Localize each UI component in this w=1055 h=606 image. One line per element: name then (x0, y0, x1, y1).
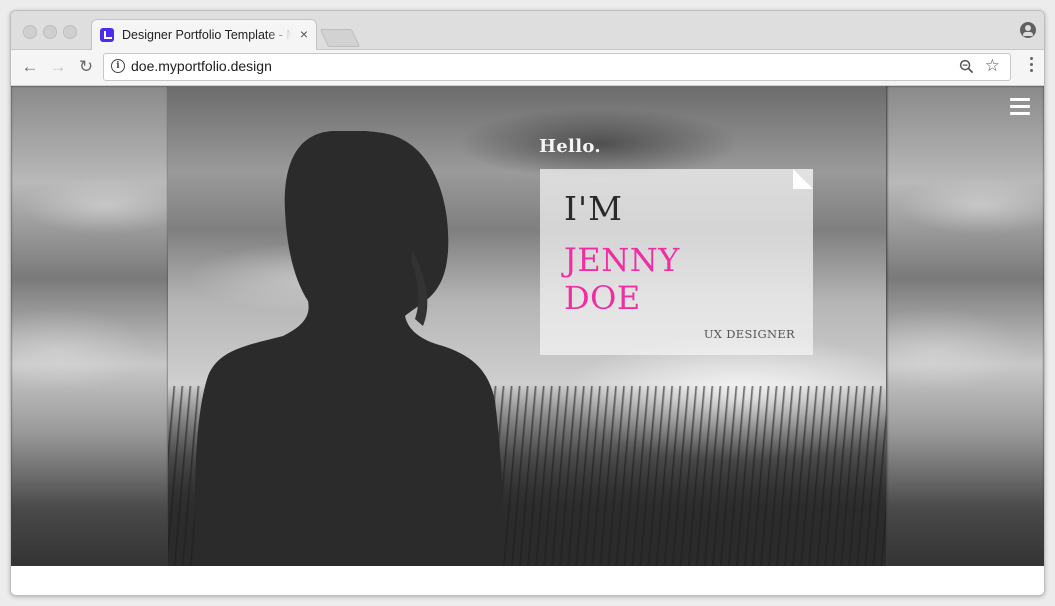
portfolio-favicon-icon (100, 28, 114, 42)
new-tab-button[interactable] (319, 29, 361, 47)
last-name: DOE (564, 279, 641, 317)
reload-icon[interactable]: ↻ (75, 56, 97, 78)
designer-name: JENNY DOE (564, 241, 680, 317)
zoom-out-icon[interactable] (959, 59, 974, 74)
minimize-window-button[interactable] (43, 25, 57, 39)
maximize-window-button[interactable] (63, 25, 77, 39)
portfolio-page: Hello. I'M JENNY DOE UX DESIGNER (11, 86, 1044, 566)
browser-tab[interactable]: Designer Portfolio Template - My × (91, 19, 317, 51)
page-below-fold (11, 566, 1044, 595)
back-icon[interactable]: ← (19, 56, 41, 78)
browser-window: Designer Portfolio Template - My × ← → ↻… (10, 10, 1045, 596)
tab-strip: Designer Portfolio Template - My × (11, 11, 1044, 51)
first-name: JENNY (564, 241, 680, 279)
blurred-background-right (887, 86, 1044, 566)
intro-card: I'M JENNY DOE UX DESIGNER (540, 169, 813, 355)
blurred-background-left (11, 86, 168, 566)
tab-title: Designer Portfolio Template - My (122, 28, 292, 42)
role-text: UX DESIGNER (703, 327, 795, 341)
woman-silhouette (194, 131, 503, 566)
address-bar[interactable]: i doe.myportfolio.design ☆ (103, 53, 1011, 81)
card-corner-fold (793, 169, 813, 189)
intro-text: I'M (564, 189, 623, 228)
bookmark-star-icon[interactable]: ☆ (985, 56, 1000, 76)
url-text[interactable]: doe.myportfolio.design (131, 58, 272, 74)
site-info-icon[interactable]: i (111, 59, 125, 73)
forward-icon[interactable]: → (47, 56, 69, 78)
close-window-button[interactable] (23, 25, 37, 39)
profile-icon[interactable] (1020, 22, 1036, 38)
hamburger-menu-icon[interactable] (1010, 98, 1030, 119)
browser-toolbar: ← → ↻ i doe.myportfolio.design ☆ (11, 50, 1044, 86)
tab-close-icon[interactable]: × (300, 26, 308, 42)
browser-menu-icon[interactable] (1030, 57, 1034, 75)
greeting-text: Hello. (539, 136, 601, 157)
